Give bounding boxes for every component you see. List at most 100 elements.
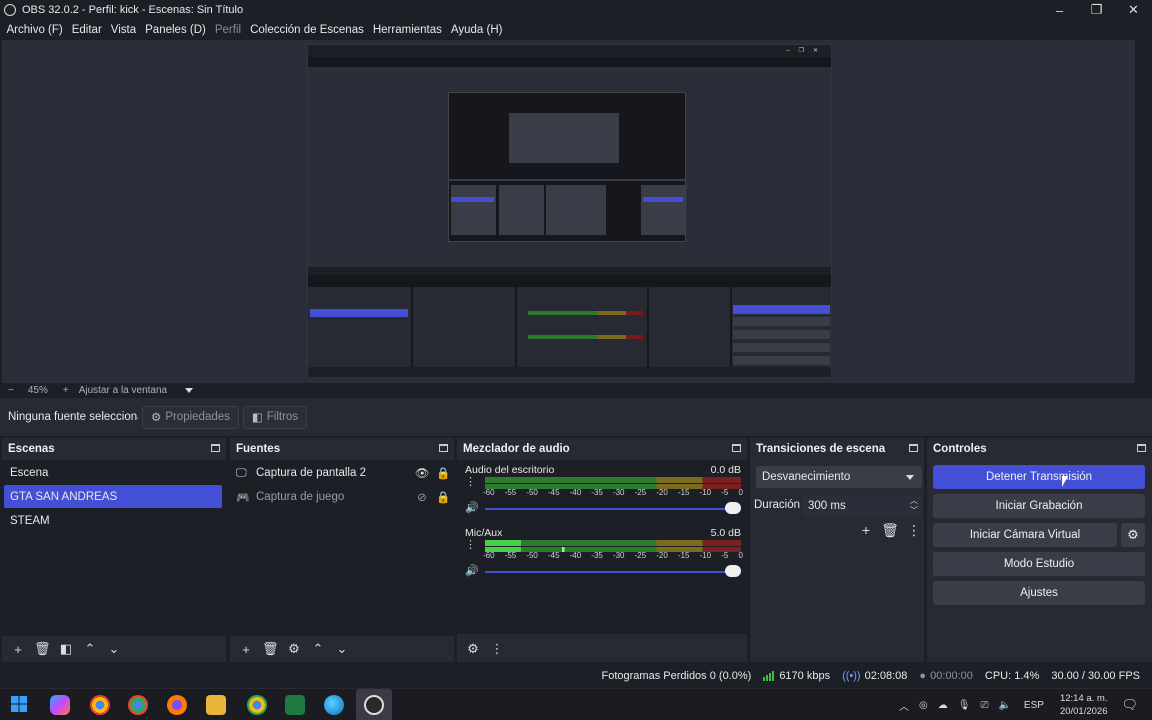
- add-icon[interactable]: +: [238, 642, 254, 657]
- bitrate-value: 6170 kbps: [779, 670, 831, 682]
- stop-streaming-button[interactable]: Detener Transmisión: [933, 465, 1145, 489]
- status-bar: Fotogramas Perdidos 0 (0.0%) 6170 kbps (…: [0, 664, 1152, 688]
- scale-tick: -60: [483, 551, 495, 560]
- notifications-icon[interactable]: 🗨: [1121, 697, 1138, 713]
- menu-editar[interactable]: Editar: [67, 24, 106, 36]
- undock-icon[interactable]: [211, 444, 220, 452]
- trash-icon[interactable]: 🗑: [878, 522, 902, 539]
- trash-icon[interactable]: 🗑: [34, 641, 51, 657]
- kebab-menu-icon[interactable]: ⋮: [902, 522, 926, 539]
- menu-coleccion[interactable]: Colección de Escenas: [246, 24, 369, 36]
- display-icon[interactable]: ⎚: [980, 700, 988, 711]
- menu-paneles[interactable]: Paneles (D): [141, 24, 211, 36]
- close-button[interactable]: ✕: [1115, 0, 1152, 20]
- eye-icon[interactable]: 👁: [414, 466, 430, 480]
- studio-mode-button[interactable]: Modo Estudio: [933, 552, 1145, 576]
- start-recording-button[interactable]: Iniciar Grabación: [933, 494, 1145, 518]
- add-icon[interactable]: +: [10, 642, 26, 657]
- undock-icon[interactable]: [1137, 444, 1146, 452]
- add-icon[interactable]: +: [854, 522, 878, 539]
- capture-stop-button: [733, 305, 830, 314]
- firefox-icon[interactable]: [167, 695, 187, 715]
- chrome-icon[interactable]: [247, 695, 267, 715]
- undock-icon[interactable]: [439, 444, 448, 452]
- copilot-icon[interactable]: [50, 695, 70, 715]
- duration-input[interactable]: 300 ms ︿ ﹀: [802, 495, 922, 517]
- file-explorer-icon[interactable]: [206, 695, 226, 715]
- edge-icon[interactable]: [324, 695, 344, 715]
- filter-icon[interactable]: ◧: [58, 641, 74, 657]
- settings-button[interactable]: Ajustes: [933, 581, 1145, 605]
- zoom-dropdown-icon[interactable]: [185, 388, 194, 393]
- controls-title: Controles: [933, 443, 987, 455]
- kebab-menu-icon[interactable]: ⋮: [465, 540, 476, 551]
- excel-icon[interactable]: [285, 695, 305, 715]
- scene-item[interactable]: STEAM: [4, 509, 222, 532]
- cloud-icon[interactable]: ☁: [938, 700, 948, 711]
- preview-scrollbar[interactable]: [1135, 40, 1152, 383]
- virtual-camera-settings-button[interactable]: ⚙: [1121, 523, 1145, 547]
- transition-select[interactable]: Desvanecimiento: [756, 466, 922, 488]
- lock-icon[interactable]: 🔒: [436, 466, 450, 480]
- speaker-icon[interactable]: 🔊: [465, 501, 479, 514]
- chevron-up-icon[interactable]: ︿: [899, 698, 909, 713]
- menu-ayuda[interactable]: Ayuda (H): [446, 24, 507, 36]
- meter-scale: -60 -55 -50 -45 -40 -35 -30 -25 -20 -15 -10 -5 0: [483, 488, 743, 498]
- menu-vista[interactable]: Vista: [106, 24, 140, 36]
- microphone-icon[interactable]: 🎙: [958, 700, 971, 711]
- minimize-button[interactable]: –: [1041, 0, 1078, 20]
- move-up-icon[interactable]: ⌃: [82, 641, 98, 657]
- source-item[interactable]: 🖵 Captura de pantalla 2 👁 🔒: [236, 462, 450, 484]
- windows-start-icon[interactable]: [10, 695, 30, 715]
- language-indicator[interactable]: ESP: [1024, 700, 1044, 711]
- gear-icon[interactable]: ⚙: [286, 641, 302, 657]
- chrome-icon[interactable]: [90, 695, 110, 715]
- volume-slider-handle[interactable]: [725, 502, 741, 514]
- zoom-in-button[interactable]: +: [63, 385, 69, 396]
- move-down-icon[interactable]: ⌄: [106, 641, 122, 657]
- speaker-icon[interactable]: 🔊: [465, 564, 479, 577]
- kebab-menu-icon[interactable]: ⋮: [489, 641, 505, 657]
- menu-perfil[interactable]: Perfil: [210, 24, 245, 36]
- chrome-icon[interactable]: [128, 695, 148, 715]
- undock-icon[interactable]: [909, 444, 918, 452]
- scale-tick: -50: [526, 488, 538, 497]
- trash-icon[interactable]: 🗑: [262, 641, 279, 657]
- move-down-icon[interactable]: ⌄: [334, 641, 350, 657]
- spinner-arrows-icon[interactable]: ︿ ﹀: [910, 496, 918, 516]
- start-virtual-camera-button[interactable]: Iniciar Cámara Virtual: [933, 523, 1117, 547]
- transitions-dock: Transiciones de escena Desvanecimiento D…: [750, 438, 924, 662]
- volume-slider[interactable]: [485, 571, 735, 573]
- gear-icon: ⚙: [151, 412, 162, 424]
- zoom-fit-label[interactable]: Ajustar a la ventana: [79, 385, 167, 396]
- volume-slider-handle[interactable]: [725, 565, 741, 577]
- scene-item-selected[interactable]: GTA SAN ANDREAS: [4, 485, 222, 508]
- clock[interactable]: 12:14 a. m. 20/01/2026: [1060, 692, 1108, 718]
- lock-icon[interactable]: 🔒: [436, 490, 450, 504]
- properties-button[interactable]: ⚙ Propiedades: [142, 405, 239, 429]
- capture-studio-button: [733, 343, 830, 352]
- zoom-out-button[interactable]: −: [8, 385, 14, 396]
- menu-herramientas[interactable]: Herramientas: [368, 24, 446, 36]
- undock-icon[interactable]: [732, 444, 741, 452]
- scene-item[interactable]: Escena: [4, 461, 222, 484]
- capture-vcam-button: [733, 330, 830, 339]
- eye-hidden-icon[interactable]: ⊘: [414, 490, 430, 504]
- advanced-audio-icon[interactable]: ⚙: [465, 641, 481, 657]
- filters-button[interactable]: ◧ Filtros: [242, 405, 308, 429]
- channel-db: 5.0 dB: [710, 527, 741, 539]
- menu-archivo[interactable]: Archivo (F): [2, 24, 67, 36]
- volume-slider[interactable]: [485, 508, 735, 510]
- capture-settings-button: [733, 356, 830, 365]
- scale-tick: -15: [677, 488, 690, 497]
- sources-list: 🖵 Captura de pantalla 2 👁 🔒 🎮 Captura de…: [230, 460, 454, 636]
- maximize-button[interactable]: ❐: [1078, 0, 1115, 20]
- scale-tick: -25: [634, 551, 647, 560]
- obs-app-icon[interactable]: [364, 695, 384, 715]
- scale-tick: -5: [721, 488, 729, 497]
- source-item[interactable]: 🎮 Captura de juego ⊘ 🔒: [236, 486, 450, 508]
- move-up-icon[interactable]: ⌃: [310, 641, 326, 657]
- kebab-menu-icon[interactable]: ⋮: [465, 477, 476, 488]
- volume-icon[interactable]: 🔈: [998, 700, 1010, 711]
- camera-icon[interactable]: ◎: [919, 700, 928, 711]
